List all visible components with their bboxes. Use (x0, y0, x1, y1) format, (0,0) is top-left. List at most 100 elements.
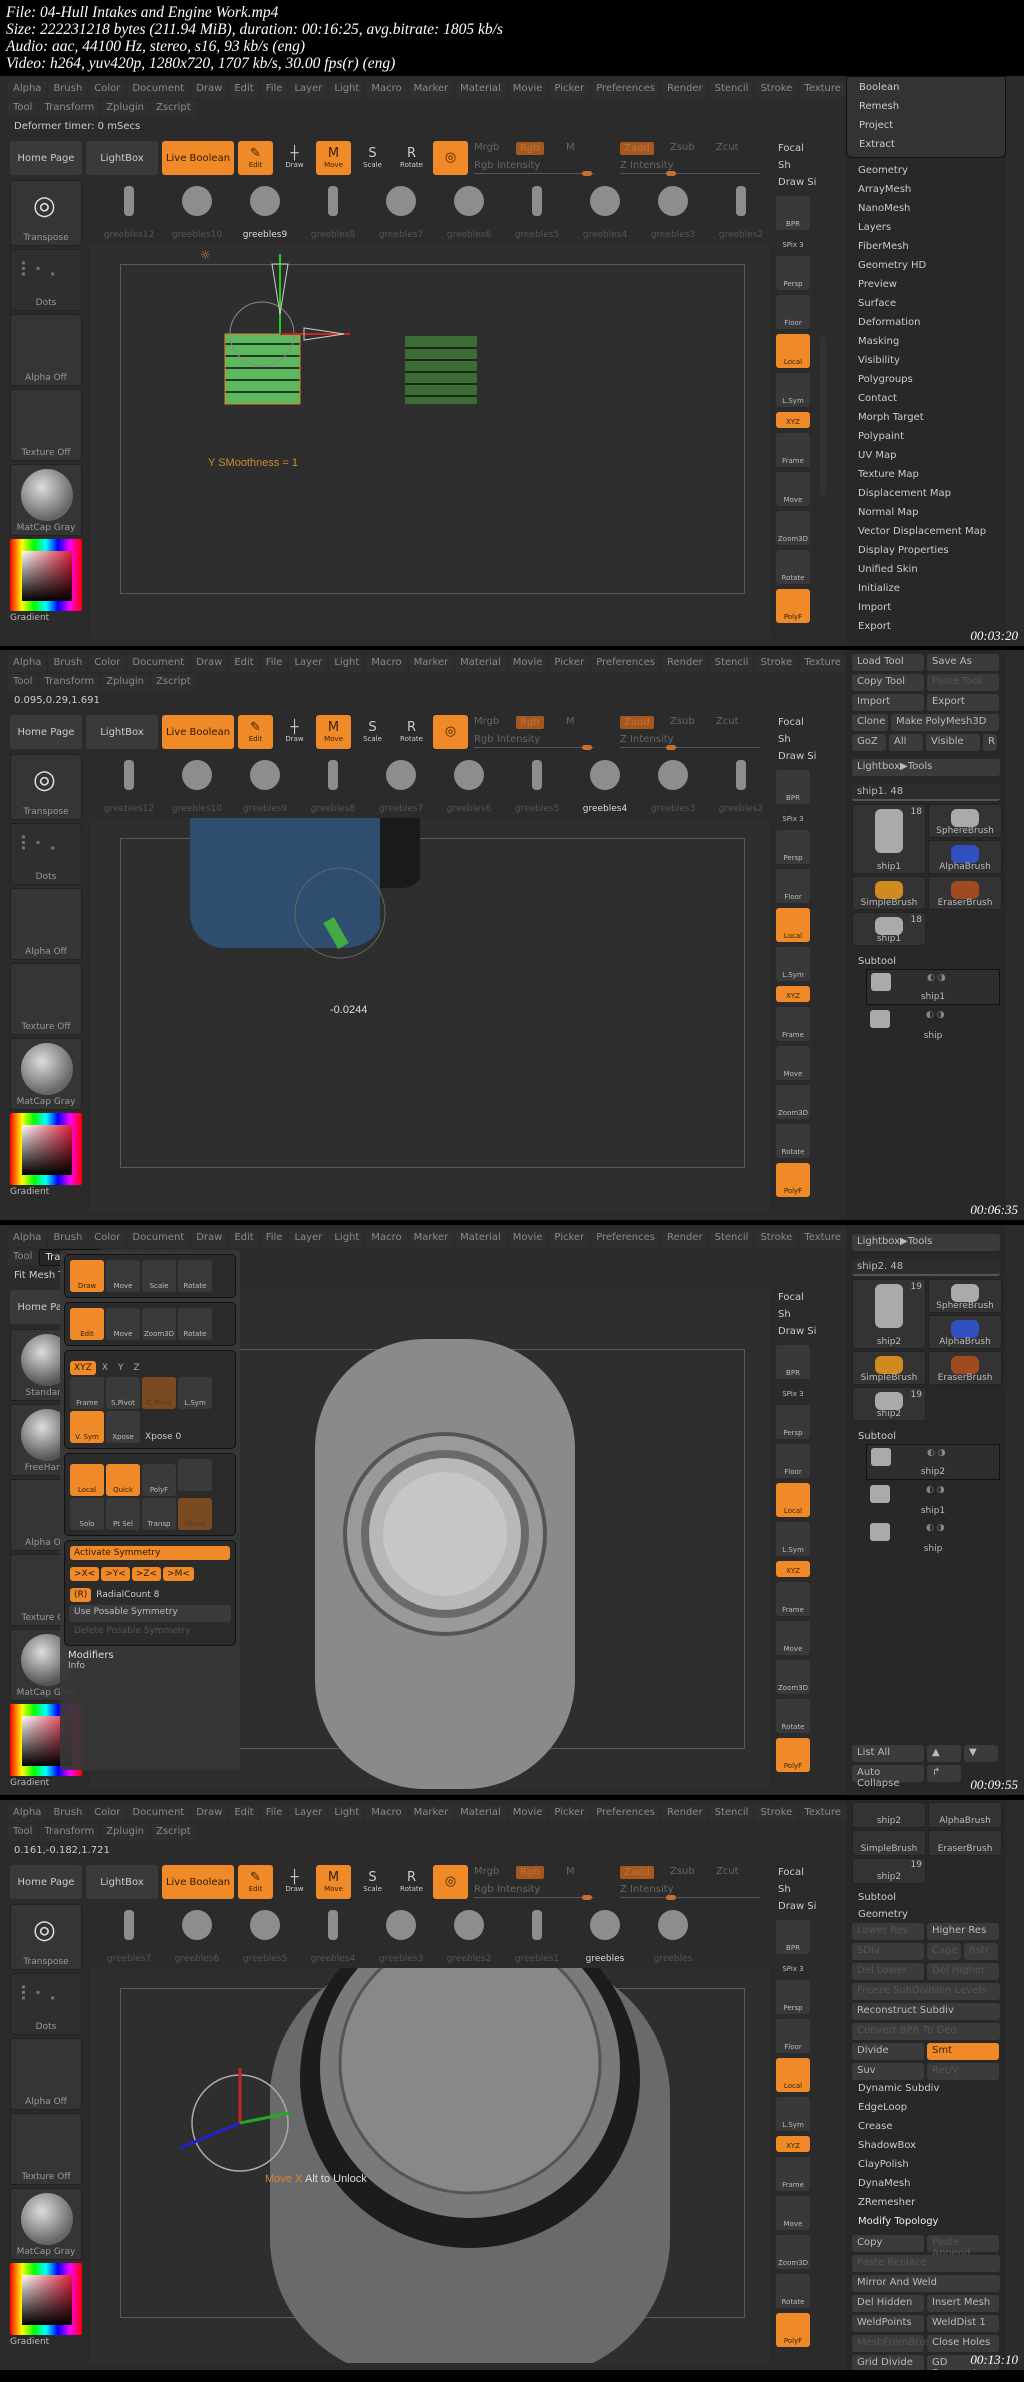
spix-slider[interactable]: SPix 3 (776, 235, 810, 251)
popup-transp-button[interactable]: Transp (142, 1498, 176, 1530)
rgb-intensity-slider[interactable] (474, 173, 594, 174)
tool-menu-item[interactable]: Vector Displacement Map (846, 523, 1006, 542)
radial-count-slider[interactable]: RadialCount 8 (96, 1590, 159, 1600)
visible-button[interactable]: Visible (926, 734, 980, 751)
frame-button[interactable]: Frame (776, 1582, 810, 1616)
tool-slider[interactable]: ship1. 48 (852, 784, 1000, 801)
cage-button[interactable]: Cage (927, 1943, 961, 1960)
menu-transform[interactable]: Transform (39, 674, 100, 691)
menu-light[interactable]: Light (329, 655, 365, 672)
modifiers-label[interactable]: Modifiers (68, 1650, 240, 1661)
visibility-toggle-icon[interactable]: ◐ ◑ (926, 1010, 945, 1020)
transpose-tile[interactable]: ◎ Transpose (10, 1904, 82, 1970)
persp-button[interactable]: Persp (776, 1980, 810, 2014)
copy-button[interactable]: Copy (852, 2235, 924, 2252)
weld-points-button[interactable]: WeldPoints (852, 2315, 924, 2332)
menu-alpha[interactable]: Alpha (8, 1230, 47, 1247)
zoom3d-button[interactable]: Zoom3D (776, 1085, 810, 1119)
menu-texture[interactable]: Texture (799, 81, 846, 98)
lightbox-tools-button[interactable]: Lightbox▶Tools (852, 1234, 1000, 1251)
subtool-row[interactable]: ◐ ◑ ship2 (866, 1444, 1000, 1480)
divide-button[interactable]: Divide (852, 2043, 924, 2060)
rgb-intensity-label[interactable]: Rgb Intensity (474, 1884, 540, 1895)
local-button[interactable]: Local (776, 1483, 810, 1517)
scrollbar[interactable] (820, 336, 826, 496)
reconstruct-subdiv-button[interactable]: Reconstruct Subdiv (852, 2003, 1000, 2020)
subtool-title[interactable]: Subtool (852, 1431, 1000, 1442)
menu-render[interactable]: Render (662, 1230, 708, 1247)
lsym-button[interactable]: L.Sym (776, 947, 810, 981)
menu-preferences[interactable]: Preferences (591, 81, 661, 98)
greeble-thumb[interactable]: greebles6 (168, 1904, 226, 1964)
weld-dist-slider[interactable]: WeldDist 1 (927, 2315, 999, 2332)
gradient-label[interactable]: Gradient (10, 1778, 82, 1788)
geometry-section-crease[interactable]: Crease (852, 2118, 1000, 2137)
live-boolean-button[interactable]: Live Boolean (162, 141, 234, 175)
alpha-off-tile[interactable]: Alpha Off (10, 2038, 82, 2110)
mesh-from-brush-button[interactable]: MeshFromBrush (852, 2335, 937, 2352)
tool-menu-item[interactable]: Contact (846, 390, 1006, 409)
modify-topology-section[interactable]: Modify Topology (852, 2213, 1000, 2232)
tool-thumbnail[interactable]: ship1 18 (852, 912, 926, 946)
m-button[interactable]: M (566, 716, 575, 727)
greeble-thumb[interactable]: greebles9 (236, 180, 294, 240)
xyz-button[interactable]: XYZ (776, 412, 810, 428)
polyf-button[interactable]: PolyF (776, 589, 810, 623)
greeble-thumb[interactable]: greebles5 (508, 754, 566, 814)
geometry-section-dynamic subdiv[interactable]: Dynamic Subdiv (852, 2080, 1000, 2099)
tool-thumbnail[interactable]: SphereBrush (928, 1279, 1002, 1313)
higher-res-button[interactable]: Higher Res (927, 1923, 999, 1940)
reuv-button[interactable]: ReUV (927, 2063, 999, 2080)
tool-menu-item[interactable]: UV Map (846, 447, 1006, 466)
greeble-thumb[interactable]: greebles (644, 1904, 702, 1964)
greeble-thumb[interactable]: greebles (576, 1904, 634, 1964)
color-square[interactable] (22, 551, 72, 601)
tool-thumbnail[interactable]: EraserBrush (928, 1830, 1002, 1856)
m-button[interactable]: M (566, 1866, 575, 1877)
rstr-button[interactable]: Rstr (964, 1943, 998, 1960)
menu-layer[interactable]: Layer (289, 1230, 328, 1247)
tool-menu-item[interactable]: Unified Skin (846, 561, 1006, 580)
ghost-button[interactable]: Ghost (178, 1498, 212, 1530)
z-intensity-slider[interactable] (620, 1897, 760, 1898)
popup-move-button[interactable]: Move (106, 1260, 140, 1292)
geometry-title[interactable]: Geometry (852, 1909, 1000, 1920)
tool-thumbnail[interactable]: EraserBrush (928, 1351, 1002, 1385)
lower-res-button[interactable]: Lower Res (852, 1923, 924, 1940)
focal-shift-label[interactable]: Focal Sh (778, 1864, 818, 1898)
popup-local-button[interactable]: Local (70, 1464, 104, 1496)
spix-slider[interactable]: SPix 3 (776, 809, 810, 825)
axis-y-button[interactable]: Y (114, 1361, 128, 1375)
live-boolean-button[interactable]: Live Boolean (162, 715, 234, 749)
tool-thumbnail[interactable]: EraserBrush (928, 876, 1002, 910)
mirror-and-weld-button[interactable]: Mirror And Weld (852, 2275, 1000, 2292)
menu-marker[interactable]: Marker (408, 81, 454, 98)
tool-menu-item[interactable]: Geometry (846, 162, 1006, 181)
popup-scale-button[interactable]: Scale (142, 1260, 176, 1292)
menu-document[interactable]: Document (127, 1805, 190, 1822)
greeble-thumb[interactable]: greebles12 (100, 754, 158, 814)
lsym-button[interactable]: L.Sym (776, 373, 810, 407)
menu-material[interactable]: Material (455, 1805, 506, 1822)
greeble-thumb[interactable]: greebles4 (304, 1904, 362, 1964)
z-intensity-knob[interactable] (666, 745, 676, 750)
viewport[interactable]: Move X Alt to Unlock (90, 1968, 770, 2363)
greeble-thumb[interactable]: greebles5 (508, 180, 566, 240)
geometry-section-shadowbox[interactable]: ShadowBox (852, 2137, 1000, 2156)
scale-mode-button[interactable]: SScale (355, 141, 390, 175)
menu-document[interactable]: Document (127, 655, 190, 672)
floor-button[interactable]: Floor (776, 869, 810, 903)
menu-light[interactable]: Light (329, 81, 365, 98)
rgb-button[interactable]: Rgb (516, 142, 544, 155)
stroke-dots-tile[interactable]: ⠇⠂⠄ Dots (10, 1973, 82, 2035)
polyf-button[interactable]: PolyF (776, 2313, 810, 2347)
tool-thumbnail[interactable]: AlphaBrush (928, 840, 1002, 874)
z-intensity-label[interactable]: Z Intensity (620, 1884, 674, 1895)
all-button[interactable]: All (889, 734, 923, 751)
paste-tool-button[interactable]: Paste Tool (927, 674, 999, 691)
freeze-subdivision-button[interactable]: Freeze SubDivision Levels (852, 1983, 1000, 2000)
zcut-button[interactable]: Zcut (716, 142, 739, 153)
popup-polyf-button[interactable]: PolyF (142, 1464, 176, 1496)
color-square[interactable] (22, 2275, 72, 2325)
z-intensity-knob[interactable] (666, 171, 676, 176)
